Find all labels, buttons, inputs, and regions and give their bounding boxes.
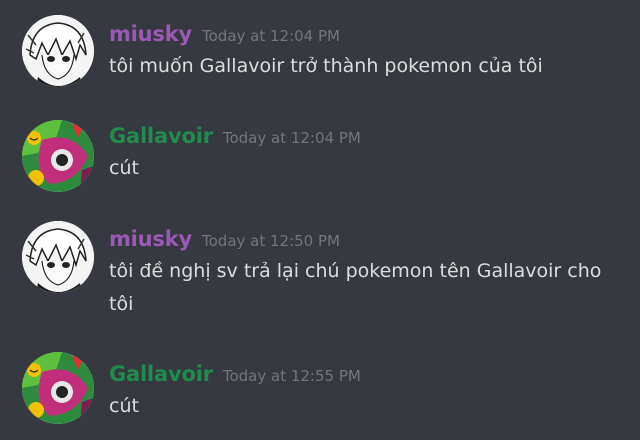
message-header: miusky Today at 12:50 PM — [109, 225, 340, 253]
avatar[interactable] — [22, 15, 94, 87]
timestamp: Today at 12:50 PM — [202, 232, 340, 250]
timestamp: Today at 12:04 PM — [222, 129, 361, 147]
message-text: tôi đề nghị sv trả lại chú pokemon tên G… — [109, 260, 602, 315]
message-header: miusky Today at 12:04 PM — [109, 20, 340, 48]
avatar[interactable] — [22, 221, 94, 293]
pokemon-collage-avatar-icon — [22, 352, 94, 424]
message-header: Gallavoir Today at 12:55 PM — [109, 360, 361, 388]
message-text: cút — [109, 395, 139, 417]
message-text: cút — [109, 157, 139, 179]
username[interactable]: miusky — [109, 227, 192, 251]
message-text: tôi muốn Gallavoir trở thành pokemon của… — [109, 55, 543, 77]
username[interactable]: Gallavoir — [109, 124, 213, 148]
avatar[interactable] — [22, 352, 94, 424]
anime-character-avatar-icon — [22, 221, 94, 293]
username[interactable]: miusky — [109, 22, 192, 46]
anime-character-avatar-icon — [22, 15, 94, 87]
avatar[interactable] — [22, 120, 94, 192]
timestamp: Today at 12:04 PM — [202, 27, 340, 45]
timestamp: Today at 12:55 PM — [222, 367, 361, 385]
message-header: Gallavoir Today at 12:04 PM — [109, 122, 361, 150]
username[interactable]: Gallavoir — [109, 362, 213, 386]
pokemon-collage-avatar-icon — [22, 120, 94, 192]
